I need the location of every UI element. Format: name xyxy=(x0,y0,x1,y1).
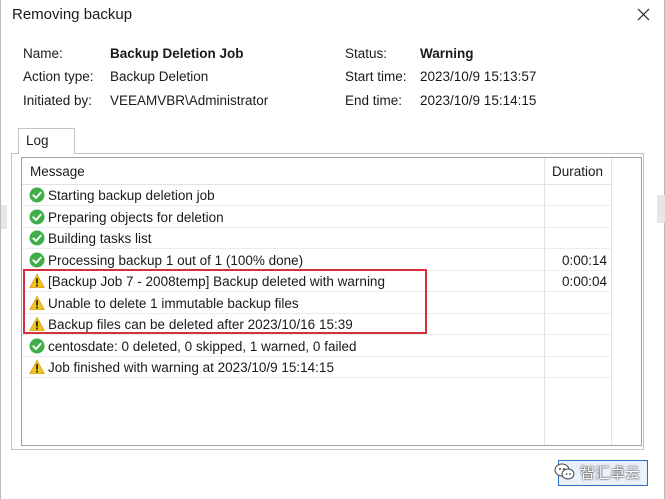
background-window-edge xyxy=(1,205,7,229)
log-message: Processing backup 1 out of 1 (100% done) xyxy=(48,252,304,268)
title-bar: Removing backup xyxy=(1,0,664,30)
log-row[interactable]: Processing backup 1 out of 1 (100% done)… xyxy=(22,250,612,271)
log-message: [Backup Job 7 - 2008temp] Backup deleted… xyxy=(48,274,385,289)
background-window-edge-right xyxy=(657,195,665,223)
duration-column-label: Duration xyxy=(552,164,604,179)
duration-column-header[interactable]: Duration xyxy=(544,158,611,185)
log-row[interactable]: Preparing objects for deletion xyxy=(22,207,612,228)
log-row[interactable]: centosdate: 0 deleted, 0 skipped, 1 warn… xyxy=(22,336,612,357)
message-column-label: Message xyxy=(30,164,85,179)
log-row[interactable]: [Backup Job 7 - 2008temp] Backup deleted… xyxy=(22,271,612,292)
name-label: Name: xyxy=(23,46,63,61)
log-row[interactable]: Building tasks list xyxy=(22,228,612,249)
check-circle-icon xyxy=(29,252,45,268)
log-row[interactable]: Unable to delete 1 immutable backup file… xyxy=(22,293,612,314)
start-time-value: 2023/10/9 15:13:57 xyxy=(420,69,537,84)
status-label: Status: xyxy=(345,46,388,61)
removing-backup-dialog: Removing backup Name: Backup Deletion Jo… xyxy=(0,0,665,499)
log-duration: 0:00:14 xyxy=(562,252,608,268)
end-time-label: End time: xyxy=(345,93,403,108)
log-row[interactable]: Backup files can be deleted after 2023/1… xyxy=(22,314,612,335)
job-summary: Name: Backup Deletion Job Action type: B… xyxy=(1,40,664,120)
watermark-text: 智汇卓云 xyxy=(580,464,641,482)
tab-log[interactable]: Log xyxy=(18,128,75,154)
log-row[interactable]: Starting backup deletion job xyxy=(22,185,612,206)
initiated-by-label: Initiated by: xyxy=(23,93,93,108)
warning-triangle-icon xyxy=(29,316,45,332)
watermark: 智汇卓云 xyxy=(554,458,640,486)
warning-triangle-icon xyxy=(29,359,45,375)
window-title: Removing backup xyxy=(12,6,133,23)
check-circle-icon xyxy=(29,230,45,246)
tab-log-label: Log xyxy=(26,133,49,148)
check-circle-icon xyxy=(29,187,45,203)
log-message: Job finished with warning at 2023/10/9 1… xyxy=(48,360,334,375)
log-message: centosdate: 0 deleted, 0 skipped, 1 warn… xyxy=(48,338,357,354)
warning-triangle-icon xyxy=(29,295,45,311)
log-table[interactable]: Message Duration Starting backup deletio… xyxy=(21,157,642,446)
message-column-header[interactable]: Message xyxy=(22,158,544,185)
status-value: Warning xyxy=(420,46,474,61)
check-circle-icon xyxy=(29,209,45,225)
log-message: Backup files can be deleted after 2023/1… xyxy=(48,317,353,332)
log-message: Starting backup deletion job xyxy=(48,188,215,203)
log-row[interactable]: Job finished with warning at 2023/10/9 1… xyxy=(22,357,612,378)
close-icon[interactable] xyxy=(632,5,654,25)
log-duration: 0:00:04 xyxy=(562,274,608,289)
log-message: Building tasks list xyxy=(48,231,152,246)
wechat-icon xyxy=(554,462,576,482)
warning-triangle-icon xyxy=(29,273,45,289)
name-value: Backup Deletion Job xyxy=(110,46,244,61)
log-message: Preparing objects for deletion xyxy=(48,209,224,225)
action-type-value: Backup Deletion xyxy=(110,69,209,84)
check-circle-icon xyxy=(29,338,45,354)
action-type-label: Action type: xyxy=(23,69,94,84)
start-time-label: Start time: xyxy=(345,69,407,84)
end-time-value: 2023/10/9 15:14:15 xyxy=(420,93,537,108)
initiated-by-value: VEEAMVBR\Administrator xyxy=(110,93,269,108)
log-message: Unable to delete 1 immutable backup file… xyxy=(48,295,299,311)
